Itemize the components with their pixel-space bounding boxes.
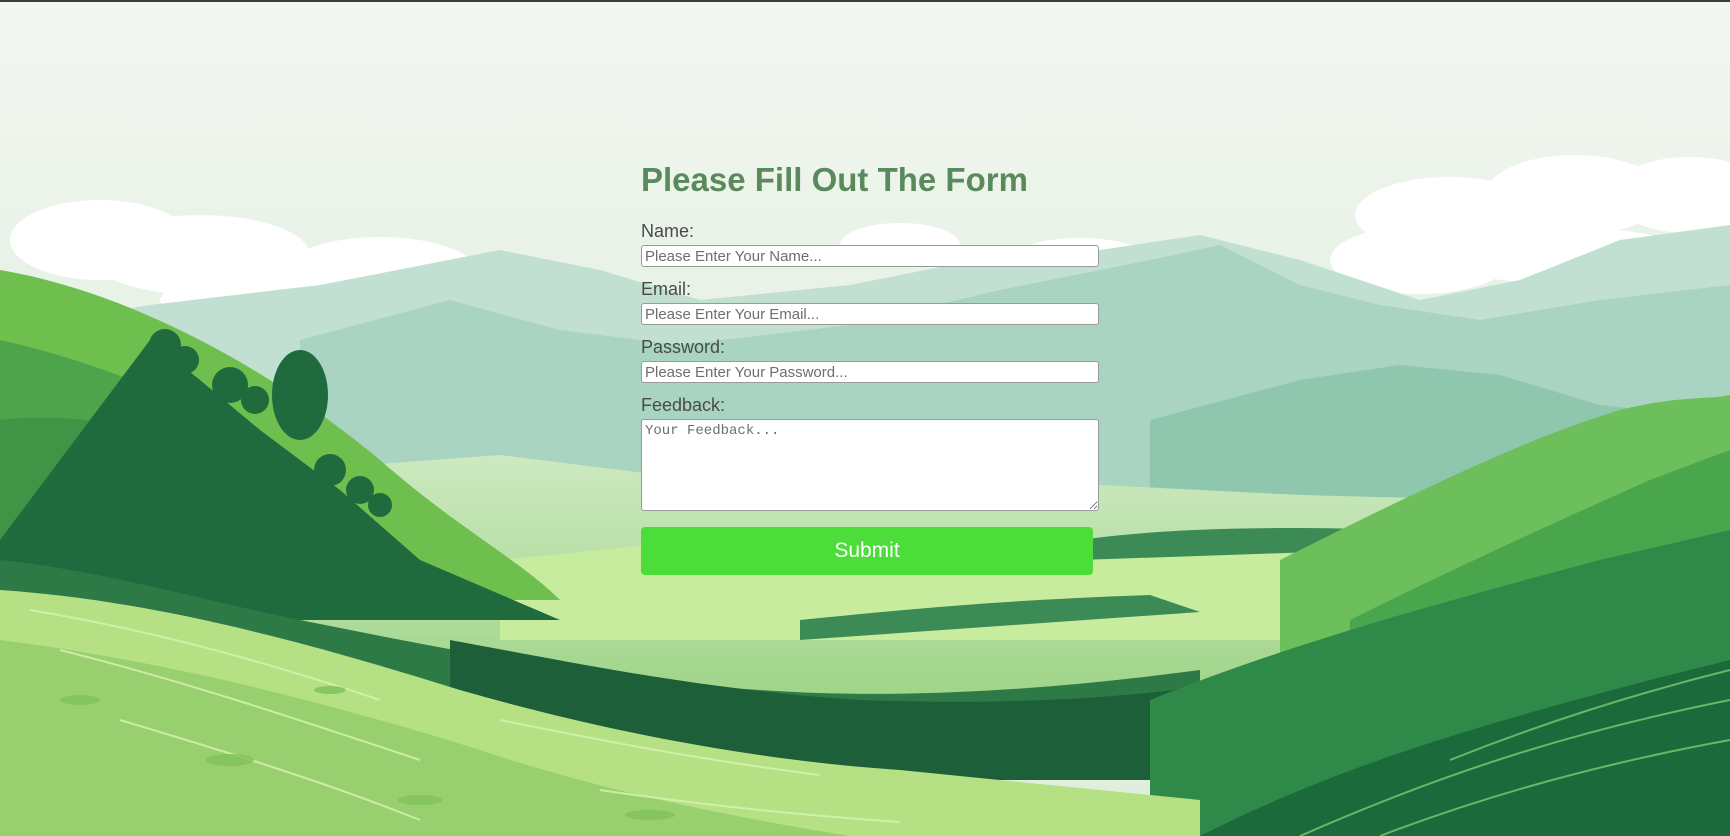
feedback-label: Feedback: bbox=[641, 395, 726, 415]
password-label: Password: bbox=[641, 337, 726, 357]
feedback-form: Please Fill Out The Form Name: Email: Pa… bbox=[641, 150, 1099, 575]
window-top-border bbox=[0, 0, 1730, 2]
form-title: Please Fill Out The Form bbox=[641, 161, 1028, 198]
name-input[interactable] bbox=[641, 245, 1099, 267]
email-label: Email: bbox=[641, 279, 692, 299]
name-label: Name: bbox=[641, 221, 695, 241]
feedback-textarea[interactable] bbox=[641, 419, 1099, 511]
email-input[interactable] bbox=[641, 303, 1099, 325]
submit-button[interactable]: Submit bbox=[641, 527, 1093, 575]
password-input[interactable] bbox=[641, 361, 1099, 383]
